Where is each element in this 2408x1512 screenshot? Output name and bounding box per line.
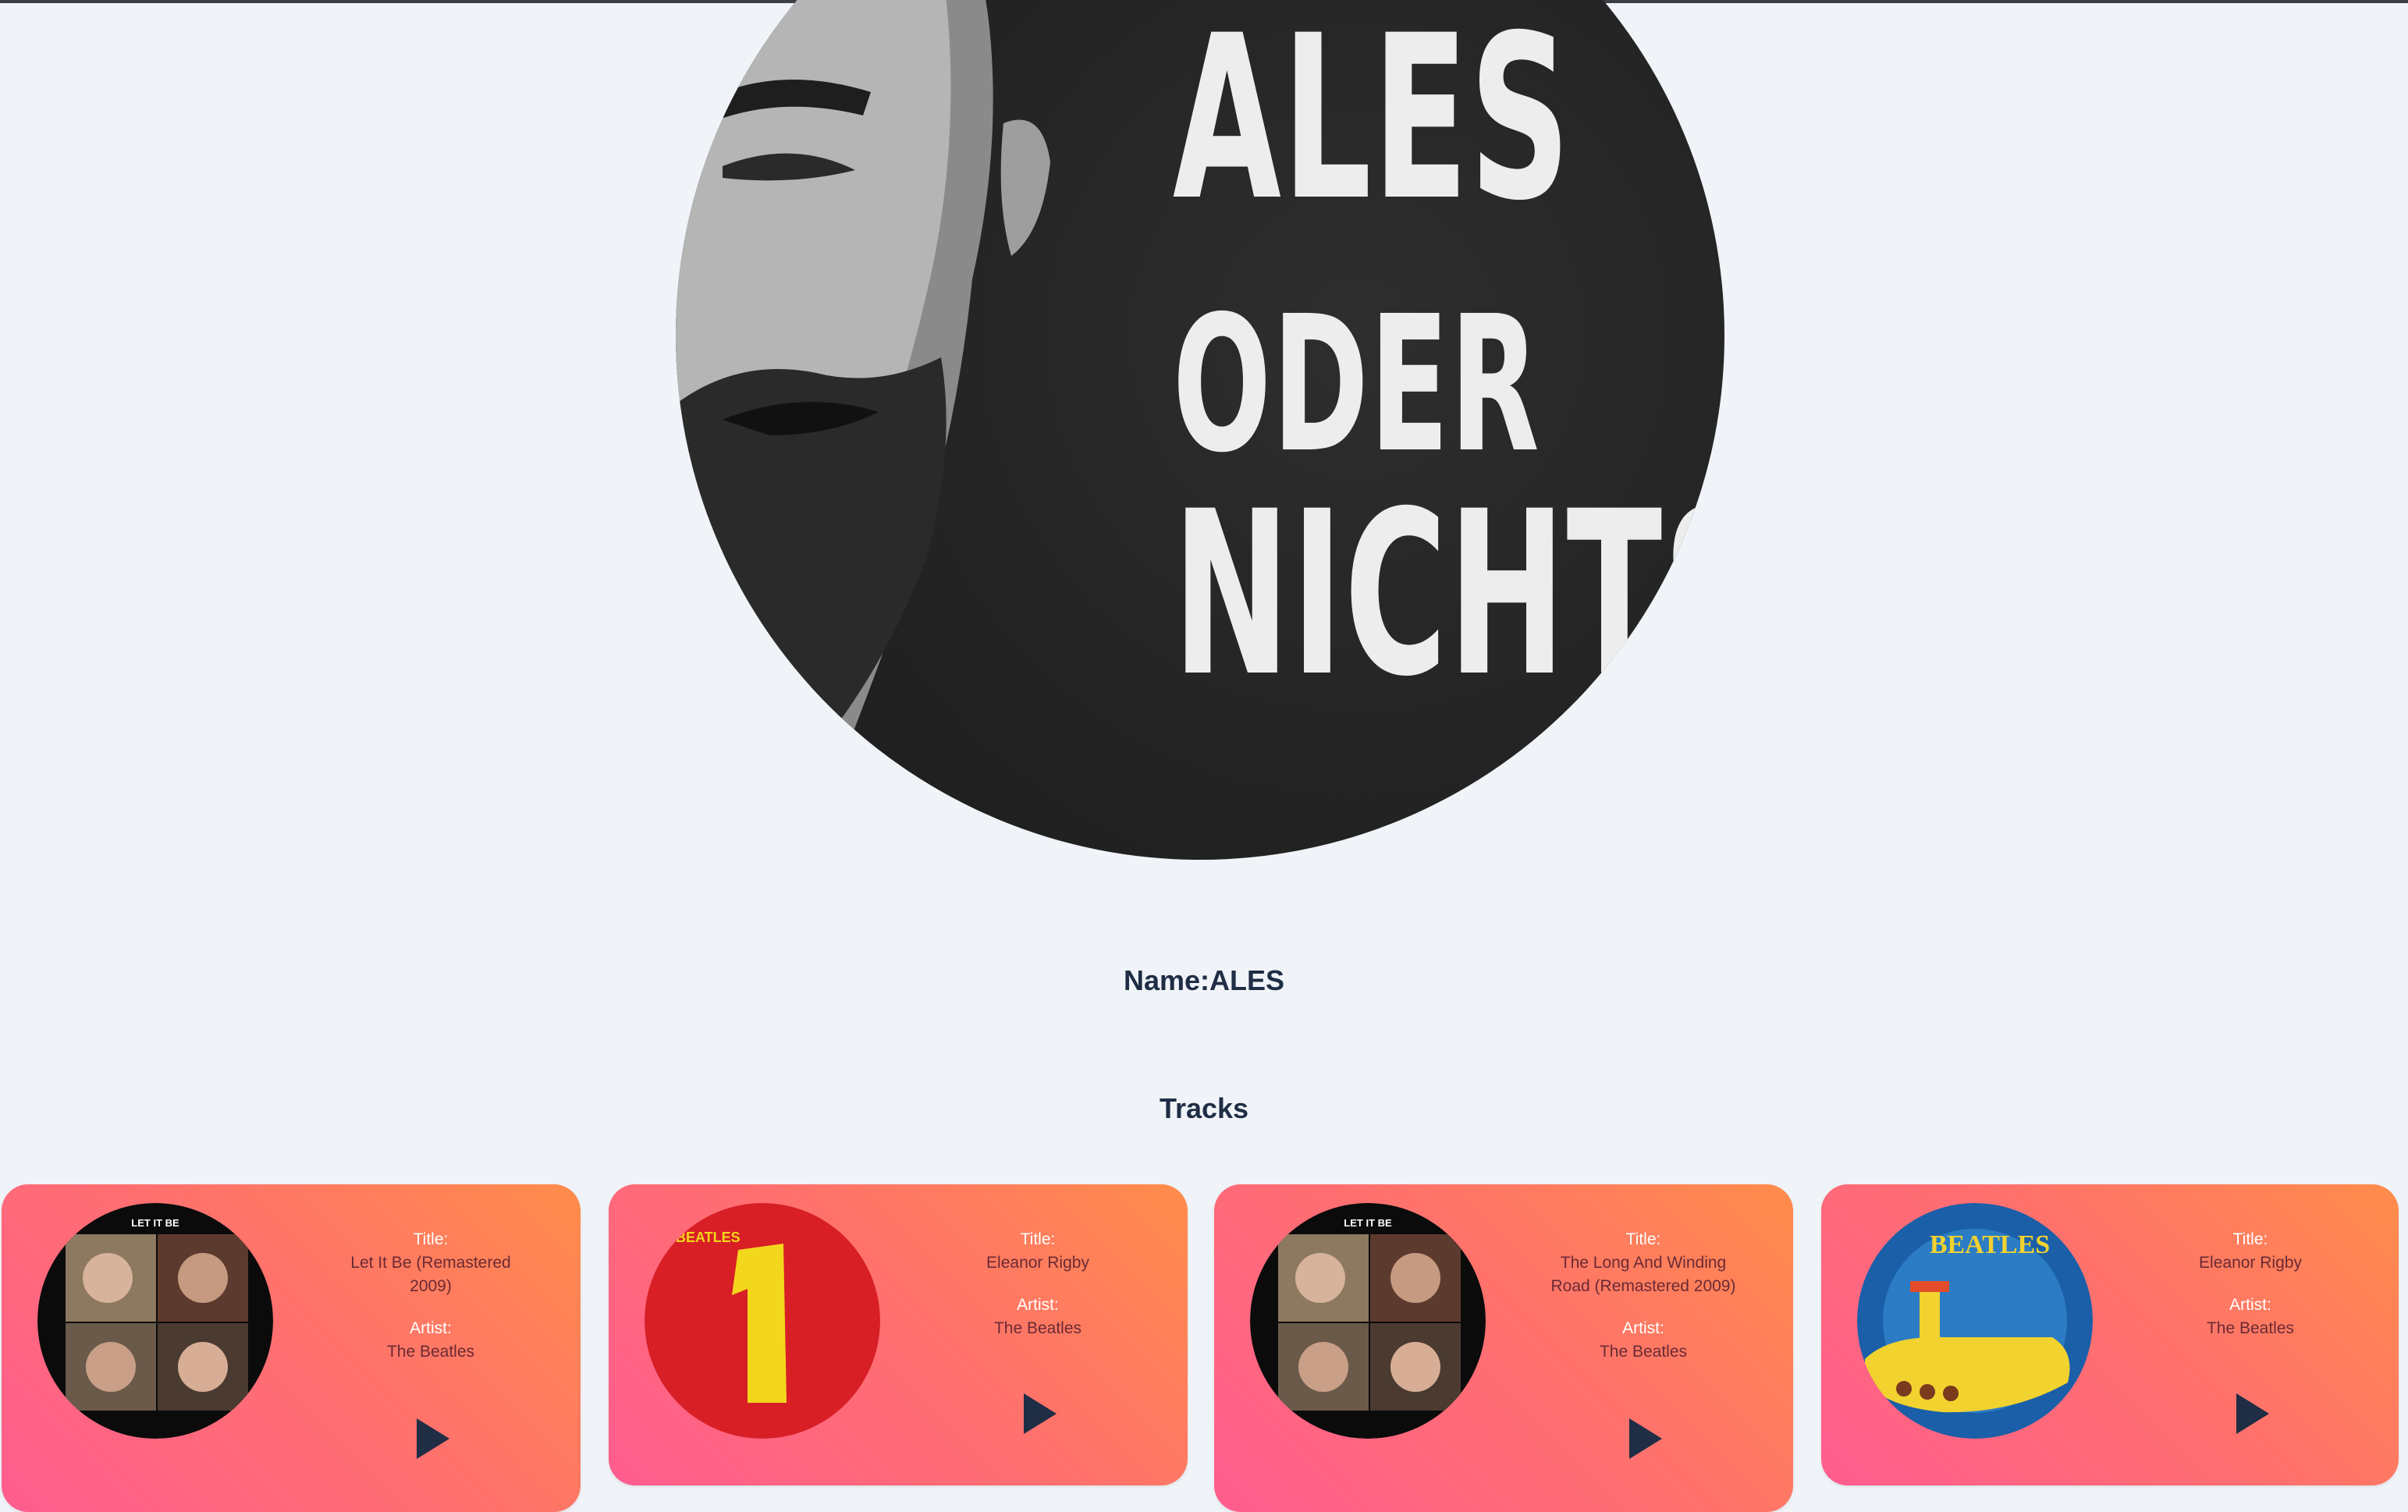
track-artist: The Beatles	[386, 1343, 475, 1361]
beatles-1-cover-icon: BEATLES	[645, 1203, 880, 1439]
cover-label: BEATLES	[1930, 1230, 2050, 1259]
play-icon	[1024, 1393, 1057, 1434]
play-icon	[2236, 1393, 2269, 1434]
track-title: Eleanor Rigby	[2199, 1254, 2302, 1272]
track-title: The Long And Winding Road (Remastered 20…	[1550, 1254, 1736, 1295]
title-label: Title:	[413, 1230, 449, 1248]
play-button[interactable]	[414, 1417, 451, 1461]
track-info: Title: Eleanor Rigby Artist: The Beatles	[2157, 1228, 2344, 1359]
track-card[interactable]: LET IT BE Title: Let It Be (Remastered 2…	[2, 1184, 581, 1512]
title-label: Title:	[2232, 1230, 2268, 1248]
play-icon	[1629, 1418, 1662, 1459]
track-artist: The Beatles	[2206, 1319, 2295, 1337]
track-card[interactable]: BEATLES Title: Eleanor Rigby Artist: The…	[1821, 1184, 2399, 1485]
cover-label: LET IT BE	[131, 1217, 179, 1229]
let-it-be-cover-icon: LET IT BE	[37, 1203, 273, 1439]
play-button[interactable]	[2233, 1392, 2271, 1436]
title-label: Title:	[1625, 1230, 1661, 1248]
avatar-text-line-3: NICHTS	[1172, 463, 1724, 726]
artist-label: Artist:	[1622, 1319, 1664, 1337]
avatar-text-line-1: ALES	[1172, 0, 1572, 250]
title-label: Title:	[1020, 1230, 1056, 1248]
artist-label: Artist:	[1017, 1296, 1059, 1314]
artist-label: Artist:	[2229, 1296, 2271, 1314]
artist-label: Artist:	[410, 1319, 452, 1337]
cover-label: BEATLES	[676, 1230, 741, 1245]
track-info: Title: Eleanor Rigby Artist: The Beatles	[944, 1228, 1131, 1359]
play-button[interactable]	[1626, 1417, 1664, 1461]
track-title: Eleanor Rigby	[986, 1254, 1089, 1272]
track-artist: The Beatles	[1599, 1343, 1688, 1361]
play-icon	[417, 1418, 449, 1459]
track-title: Let It Be (Remastered 2009)	[350, 1254, 511, 1295]
track-card[interactable]: BEATLES Title: Eleanor Rigby Artist: The…	[609, 1184, 1188, 1485]
track-artist: The Beatles	[993, 1319, 1082, 1337]
avatar-text-line-2: ODER	[1172, 275, 1540, 494]
play-button[interactable]	[1021, 1392, 1058, 1436]
yellow-submarine-cover-icon: BEATLES	[1857, 1203, 2093, 1439]
track-info: Title: Let It Be (Remastered 2009) Artis…	[337, 1228, 524, 1382]
tracks-heading: Tracks	[1159, 1092, 1249, 1124]
track-card[interactable]: LET IT BE Title: The Long And Winding Ro…	[1214, 1184, 1793, 1512]
cover-label: LET IT BE	[1344, 1217, 1392, 1229]
profile-avatar: ALES ODER NICHTS	[676, 0, 1724, 860]
track-info: Title: The Long And Winding Road (Remast…	[1550, 1228, 1737, 1382]
let-it-be-cover-icon: LET IT BE	[1250, 1203, 1486, 1439]
profile-name: Name:ALES	[1123, 964, 1285, 996]
